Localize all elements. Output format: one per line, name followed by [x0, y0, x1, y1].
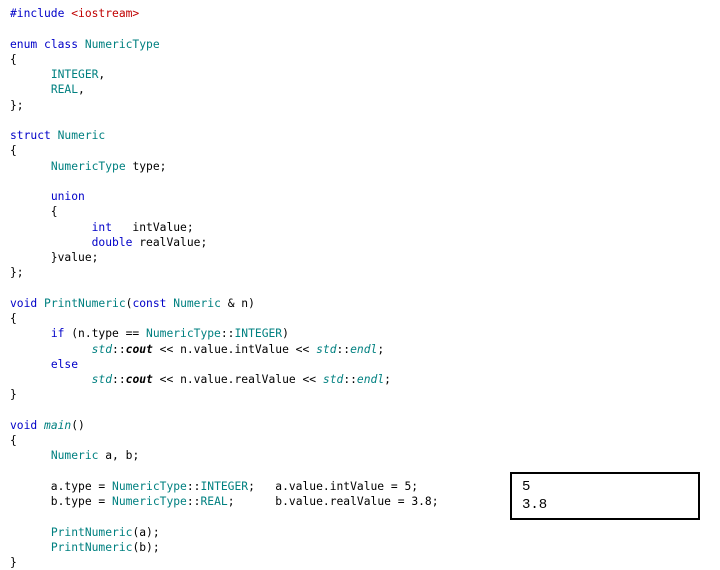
program-output-box: 5 3.8: [510, 472, 700, 520]
code-token: b.type =: [10, 495, 112, 508]
code-token: ::: [187, 495, 201, 508]
code-token: ): [282, 327, 289, 340]
code-token: INTEGER: [200, 480, 248, 493]
code-token: struct: [10, 129, 58, 142]
code-token: {: [10, 53, 17, 66]
code-token: [10, 327, 51, 340]
code-token: NumericType: [51, 160, 133, 173]
code-token: main: [44, 419, 71, 432]
code-token: PrintNumeric: [51, 541, 133, 554]
code-token: }value;: [10, 251, 98, 264]
code-token: }: [10, 388, 17, 401]
code-token: };: [10, 266, 24, 279]
code-token: ::: [187, 480, 201, 493]
output-line: 5: [522, 478, 688, 496]
code-token: REAL: [200, 495, 227, 508]
code-token: if: [51, 327, 71, 340]
code-token: enum: [10, 38, 44, 51]
code-token: std: [323, 373, 343, 386]
code-token: [10, 83, 51, 96]
code-token: NumericType: [112, 480, 187, 493]
code-token: [10, 449, 51, 462]
code-token: PrintNumeric: [44, 297, 126, 310]
code-token: endl: [350, 343, 377, 356]
output-line: 3.8: [522, 496, 688, 514]
code-token: NumericType: [146, 327, 221, 340]
code-token: else: [51, 358, 78, 371]
code-token: REAL: [51, 83, 78, 96]
code-token: NumericType: [112, 495, 187, 508]
code-token: void: [10, 419, 44, 432]
code-token: INTEGER: [234, 327, 282, 340]
code-token: endl: [357, 373, 384, 386]
code-token: cout: [126, 373, 153, 386]
code-token: double: [92, 236, 140, 249]
code-token: [10, 373, 92, 386]
code-token: << n.value.intValue <<: [153, 343, 316, 356]
code-token: type;: [132, 160, 166, 173]
code-token: cout: [126, 343, 153, 356]
code-token: a, b;: [105, 449, 139, 462]
code-token: [10, 541, 51, 554]
code-token: };: [10, 99, 24, 112]
code-token: class: [44, 38, 85, 51]
code-token: ::: [112, 343, 126, 356]
code-token: [10, 68, 51, 81]
code-token: [10, 526, 51, 539]
code-token: [10, 236, 92, 249]
code-token: (): [71, 419, 85, 432]
code-token: NumericType: [85, 38, 160, 51]
code-token: ::: [343, 373, 357, 386]
code-token: {: [10, 205, 58, 218]
code-token: ; b.value.realValue = 3.8;: [228, 495, 439, 508]
code-token: const: [132, 297, 173, 310]
code-token: a.type =: [10, 480, 112, 493]
code-token: (b);: [132, 541, 159, 554]
code-token: [10, 343, 92, 356]
code-token: ;: [384, 373, 391, 386]
code-token: << n.value.realValue <<: [153, 373, 323, 386]
code-token: {: [10, 312, 17, 325]
code-token: {: [10, 144, 17, 157]
code-token: ,: [78, 83, 85, 96]
code-token: Numeric: [173, 297, 227, 310]
code-token: Numeric: [58, 129, 106, 142]
code-token: ; a.value.intValue = 5;: [248, 480, 418, 493]
code-token: ::: [112, 373, 126, 386]
code-token: [10, 160, 51, 173]
code-token: std: [316, 343, 336, 356]
code-token: <iostream>: [71, 7, 139, 20]
code-token: [10, 358, 51, 371]
code-token: #include: [10, 7, 71, 20]
code-token: [10, 221, 92, 234]
code-token: {: [10, 434, 17, 447]
code-token: void: [10, 297, 44, 310]
code-token: int: [92, 221, 112, 234]
code-token: ;: [377, 343, 384, 356]
code-token: PrintNumeric: [51, 526, 133, 539]
code-token: & n): [228, 297, 255, 310]
code-token: [10, 190, 51, 203]
code-token: std: [92, 373, 112, 386]
code-token: (a);: [132, 526, 159, 539]
code-token: ::: [337, 343, 351, 356]
code-token: union: [51, 190, 85, 203]
code-token: ,: [98, 68, 105, 81]
code-token: (n.type ==: [71, 327, 146, 340]
code-token: INTEGER: [51, 68, 99, 81]
code-token: std: [92, 343, 112, 356]
code-token: }: [10, 556, 17, 569]
code-token: intValue;: [112, 221, 194, 234]
code-token: Numeric: [51, 449, 105, 462]
code-token: realValue;: [139, 236, 207, 249]
code-token: ::: [221, 327, 235, 340]
